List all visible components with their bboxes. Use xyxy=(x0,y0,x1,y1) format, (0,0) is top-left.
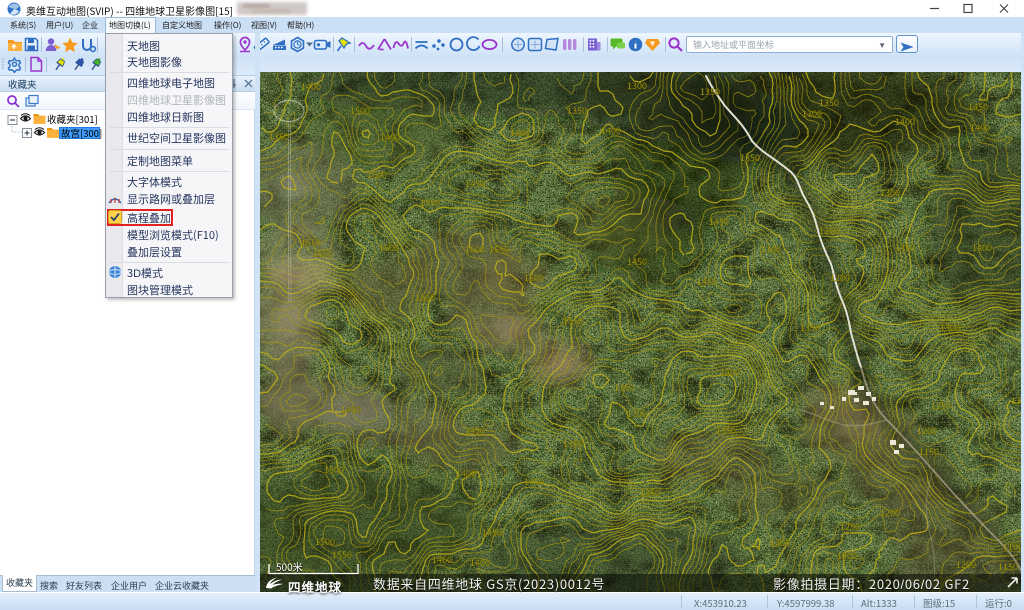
svg-text:1500: 1500 xyxy=(324,463,344,476)
svg-text:1400: 1400 xyxy=(972,241,992,254)
svg-text:1300: 1300 xyxy=(761,243,781,256)
svg-text:1350: 1350 xyxy=(640,486,660,499)
svg-text:1400: 1400 xyxy=(456,467,476,480)
svg-text:1350: 1350 xyxy=(895,241,915,254)
svg-text:1400: 1400 xyxy=(510,126,530,139)
svg-text:1450: 1450 xyxy=(709,215,729,228)
svg-text:1600: 1600 xyxy=(415,291,435,304)
svg-text:1300: 1300 xyxy=(837,549,857,562)
svg-text:500米: 500米 xyxy=(276,560,303,574)
svg-text:1550: 1550 xyxy=(420,196,440,209)
svg-text:1350: 1350 xyxy=(614,381,634,394)
svg-text:1500: 1500 xyxy=(315,535,335,548)
svg-text:1450: 1450 xyxy=(524,475,544,488)
svg-text:1450: 1450 xyxy=(482,526,502,539)
svg-text:1150: 1150 xyxy=(919,445,939,458)
svg-text:1350: 1350 xyxy=(567,104,587,117)
svg-text:1600: 1600 xyxy=(465,243,485,256)
svg-text:1300: 1300 xyxy=(627,79,647,92)
svg-text:1150: 1150 xyxy=(998,560,1018,573)
svg-text:1350: 1350 xyxy=(740,151,760,164)
svg-text:1450: 1450 xyxy=(380,131,400,144)
svg-text:1350: 1350 xyxy=(716,424,736,437)
svg-text:1400: 1400 xyxy=(970,121,990,134)
svg-text:1100: 1100 xyxy=(1003,540,1023,553)
svg-text:1600: 1600 xyxy=(379,241,399,254)
svg-text:1550: 1550 xyxy=(563,314,583,327)
svg-text:1300: 1300 xyxy=(627,407,647,420)
svg-text:1260: 1260 xyxy=(819,224,839,237)
svg-text:1200: 1200 xyxy=(880,506,900,519)
svg-text:1300: 1300 xyxy=(880,186,900,199)
svg-text:1400: 1400 xyxy=(470,556,490,569)
svg-text:1250: 1250 xyxy=(931,399,951,412)
svg-text:1400: 1400 xyxy=(601,124,621,137)
svg-text:1400: 1400 xyxy=(895,115,915,128)
svg-text:1200: 1200 xyxy=(830,271,850,284)
svg-text:1300: 1300 xyxy=(802,107,822,120)
svg-text:1500: 1500 xyxy=(313,247,333,260)
svg-text:1350: 1350 xyxy=(819,96,839,109)
svg-text:1350: 1350 xyxy=(800,321,820,334)
svg-text:1350: 1350 xyxy=(700,85,720,98)
svg-text:1300: 1300 xyxy=(770,536,790,549)
svg-text:1450: 1450 xyxy=(627,255,647,268)
svg-text:1500: 1500 xyxy=(524,271,544,284)
svg-text:1450: 1450 xyxy=(968,100,988,113)
svg-text:1200: 1200 xyxy=(956,558,976,571)
svg-text:1460: 1460 xyxy=(432,553,452,566)
svg-text:1400: 1400 xyxy=(341,403,361,416)
svg-text:1450: 1450 xyxy=(465,177,485,190)
svg-text:1200: 1200 xyxy=(917,424,937,437)
svg-text:1550: 1550 xyxy=(489,243,509,256)
svg-text:1300: 1300 xyxy=(940,321,960,334)
svg-text:1350: 1350 xyxy=(269,130,289,143)
svg-text:1400: 1400 xyxy=(301,80,321,93)
svg-text:1450: 1450 xyxy=(697,275,717,288)
svg-text:1250: 1250 xyxy=(840,520,860,533)
svg-text:1500: 1500 xyxy=(350,104,370,117)
svg-text:1350: 1350 xyxy=(563,437,583,450)
svg-text:1450: 1450 xyxy=(465,424,485,437)
svg-text:1500: 1500 xyxy=(367,168,387,181)
svg-text:1400: 1400 xyxy=(720,366,740,379)
